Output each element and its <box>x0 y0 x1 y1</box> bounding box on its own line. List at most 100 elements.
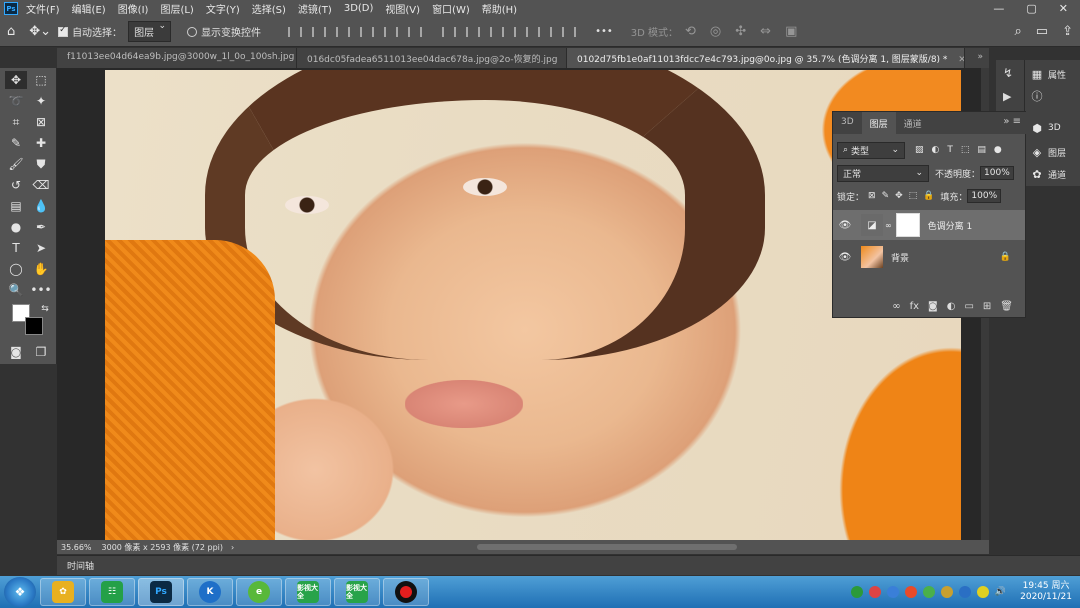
delete-layer-icon[interactable]: 🗑 <box>1000 301 1013 312</box>
visibility-eye-icon[interactable]: 👁 <box>837 252 853 263</box>
taskbar-photoshop[interactable]: Ps <box>138 578 184 606</box>
pen-tool-icon[interactable]: ✒ <box>30 218 52 236</box>
3d-roll-icon[interactable]: ◎ <box>710 24 721 39</box>
tray-icon[interactable] <box>904 586 917 598</box>
zoom-tool-icon[interactable]: 🔍 <box>5 281 27 299</box>
align-top-icon[interactable] <box>360 26 375 37</box>
gradient-tool-icon[interactable]: ▤ <box>5 197 27 215</box>
dock-3d[interactable]: ⬢ 3D <box>1031 118 1060 138</box>
layer-name[interactable]: 色调分离 1 <box>928 219 973 232</box>
menu-image[interactable]: 图像(I) <box>118 1 149 16</box>
menu-help[interactable]: 帮助(H) <box>482 1 517 16</box>
menu-window[interactable]: 窗口(W) <box>432 1 470 16</box>
lock-transparent-icon[interactable]: ⊠ <box>868 191 876 201</box>
menu-edit[interactable]: 编辑(E) <box>72 1 106 16</box>
restore-button[interactable]: ▢ <box>1026 2 1036 15</box>
dock-info[interactable]: ⓘ <box>1031 86 1043 106</box>
visibility-eye-icon[interactable]: 👁 <box>837 220 853 231</box>
type-tool-icon[interactable]: T <box>5 239 27 257</box>
align-center-icon[interactable] <box>312 26 327 37</box>
timeline-panel[interactable]: 时间轴 <box>57 555 1080 575</box>
tray-icon[interactable] <box>868 586 881 598</box>
history-brush-icon[interactable]: ↺ <box>5 176 27 194</box>
distribute-middle-icon[interactable] <box>466 26 481 37</box>
dock-channels[interactable]: ✿ 通道 <box>1031 164 1066 184</box>
search-icon[interactable]: ⌕ <box>1015 24 1022 39</box>
screen-mode-icon[interactable]: ❐ <box>30 343 52 361</box>
filter-kind-dropdown[interactable]: ⌕ 类型 ⌄ <box>837 141 905 159</box>
align-middle-icon[interactable] <box>384 26 399 37</box>
crop-tool-icon[interactable]: ⌗ <box>5 113 27 131</box>
fx-button[interactable]: fx <box>910 301 919 312</box>
brush-tool-icon[interactable]: 🖌 <box>5 155 27 173</box>
filter-toggle-icon[interactable]: ● <box>994 145 1002 155</box>
history-icon[interactable]: ↯ <box>1003 66 1013 80</box>
new-layer-icon[interactable]: ⊞ <box>983 301 991 312</box>
minimize-button[interactable]: — <box>993 2 1004 15</box>
tab-3d[interactable]: 3D <box>833 112 862 134</box>
speaker-icon[interactable]: 🔊 <box>995 587 1006 597</box>
clone-stamp-icon[interactable]: ⛊ <box>30 155 52 173</box>
lock-artboard-icon[interactable]: ⬚ <box>909 191 918 201</box>
eraser-icon[interactable]: ⌫ <box>30 176 52 194</box>
taskbar-app-2[interactable]: ☷ <box>89 578 135 606</box>
layer-mask-thumbnail[interactable] <box>895 213 920 237</box>
background-color-swatch[interactable] <box>25 317 43 335</box>
menu-type[interactable]: 文字(Y) <box>206 1 240 16</box>
menu-view[interactable]: 视图(V) <box>385 1 420 16</box>
lock-all-icon[interactable]: 🔒 <box>923 191 934 201</box>
magic-wand-icon[interactable]: ✦ <box>30 92 52 110</box>
lasso-tool-icon[interactable]: ➰ <box>5 92 27 110</box>
tab-channels[interactable]: 通道 <box>896 112 930 134</box>
start-button[interactable]: ❖ <box>4 577 36 607</box>
ellipse-tool-icon[interactable]: ◯ <box>5 260 27 278</box>
menu-3d[interactable]: 3D(D) <box>344 3 374 14</box>
new-group-icon[interactable]: ▭ <box>964 301 973 312</box>
taskbar-app-7[interactable]: 影视大全 <box>334 578 380 606</box>
auto-select-dropdown[interactable]: 图层 <box>128 21 172 42</box>
taskbar-app-6[interactable]: 影视大全 <box>285 578 331 606</box>
workspace-icon[interactable]: ▭ <box>1036 24 1048 39</box>
filter-pixel-icon[interactable]: ▨ <box>915 145 924 155</box>
distribute-right-icon[interactable] <box>562 26 577 37</box>
link-layers-icon[interactable]: ∞ <box>892 301 900 312</box>
opacity-input[interactable]: 100% <box>980 166 1014 180</box>
fill-input[interactable]: 100% <box>967 189 1002 203</box>
filter-smart-icon[interactable]: ▤ <box>977 145 986 155</box>
tray-icon[interactable] <box>958 586 971 598</box>
frame-tool-icon[interactable]: ⊠ <box>30 113 52 131</box>
align-bottom-icon[interactable] <box>408 26 423 37</box>
more-tools-icon[interactable]: ••• <box>30 281 52 299</box>
distribute-center-icon[interactable] <box>538 26 553 37</box>
new-adjustment-icon[interactable]: ◐ <box>947 301 956 312</box>
distribute-top-icon[interactable] <box>442 26 457 37</box>
blend-mode-dropdown[interactable]: 正常 ⌄ <box>837 164 929 182</box>
filter-adjustment-icon[interactable]: ◐ <box>932 145 940 155</box>
taskbar-app-4[interactable]: K <box>187 578 233 606</box>
distribute-left-icon[interactable] <box>514 26 529 37</box>
align-left-icon[interactable] <box>288 26 303 37</box>
marquee-tool-icon[interactable]: ⬚ <box>30 71 52 89</box>
taskbar-app-5[interactable]: e <box>236 578 282 606</box>
hand-tool-icon[interactable]: ✋ <box>30 260 52 278</box>
distribute-bottom-icon[interactable] <box>490 26 505 37</box>
lock-position-icon[interactable]: ✥ <box>895 191 903 201</box>
actions-icon[interactable]: ▶ <box>1003 90 1011 103</box>
move-tool-icon[interactable]: ✥⌄ <box>29 24 51 39</box>
home-icon[interactable]: ⌂ <box>7 24 15 39</box>
lock-pixels-icon[interactable]: ✎ <box>882 191 890 201</box>
horizontal-scrollbar[interactable] <box>477 544 737 550</box>
panel-menu-icon[interactable]: » ≡ <box>1003 116 1021 127</box>
menu-file[interactable]: 文件(F) <box>26 1 60 16</box>
more-options-button[interactable]: ••• <box>595 26 613 37</box>
menu-filter[interactable]: 滤镜(T) <box>298 1 332 16</box>
auto-select-checkbox[interactable] <box>58 25 69 37</box>
tray-icon[interactable] <box>886 586 899 598</box>
swap-colors-icon[interactable]: ⇆ <box>34 300 56 318</box>
layer-name[interactable]: 背景 <box>891 251 909 264</box>
doc-tab-2[interactable]: 016dc05fadea6511013ee04dac678a.jpg@2o-恢复… <box>297 48 567 68</box>
healing-brush-icon[interactable]: ✚ <box>30 134 52 152</box>
tab-overflow-icon[interactable]: » <box>971 48 989 68</box>
3d-scale-icon[interactable]: ▣ <box>785 24 797 39</box>
add-mask-icon[interactable]: ◙ <box>928 301 938 312</box>
